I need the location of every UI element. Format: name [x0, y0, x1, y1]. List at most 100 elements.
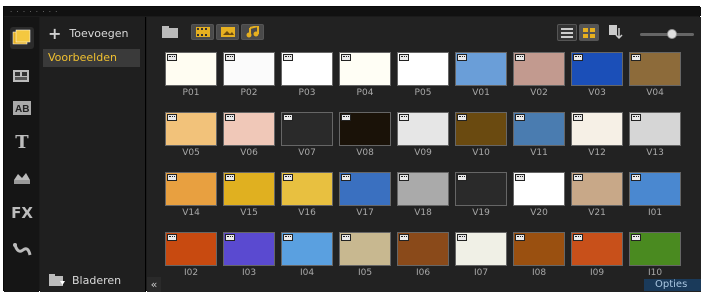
- thumbnail-label: P05: [414, 88, 432, 98]
- graphic-icon[interactable]: [10, 167, 34, 189]
- video-clip-badge-icon: [573, 234, 583, 241]
- media-thumbnail[interactable]: I10: [629, 229, 681, 281]
- thumbnail-image: [165, 232, 217, 266]
- thumbnail-image: [629, 172, 681, 206]
- browse-label: Bladeren: [72, 273, 122, 287]
- video-clip-badge-icon: [457, 114, 467, 121]
- media-thumbnail[interactable]: V17: [339, 169, 391, 221]
- thumbnail-label: V08: [356, 148, 374, 158]
- thumbnail-image: [281, 52, 333, 86]
- title-icon[interactable]: T: [10, 131, 34, 153]
- panel-grip-bar[interactable]: · · · · · · · ·: [4, 7, 701, 16]
- fx-icon[interactable]: FX: [10, 202, 34, 224]
- media-thumbnail[interactable]: I01: [629, 169, 681, 221]
- video-clip-badge-icon: [341, 234, 351, 241]
- thumbnail-label: P04: [356, 88, 374, 98]
- video-clip-badge-icon: [631, 54, 641, 61]
- thumbnail-label: V11: [530, 148, 548, 158]
- media-thumbnail[interactable]: I04: [281, 229, 333, 281]
- folder-item-voorbeelden[interactable]: Voorbeelden: [43, 49, 140, 67]
- media-thumbnail[interactable]: I03: [223, 229, 275, 281]
- media-thumbnail[interactable]: V09: [397, 109, 449, 161]
- thumbnail-label: P03: [298, 88, 316, 98]
- media-thumbnail[interactable]: I06: [397, 229, 449, 281]
- options-button[interactable]: Opties ︽: [644, 279, 701, 292]
- thumbnail-label: I05: [357, 268, 373, 278]
- list-view-button[interactable]: [557, 24, 577, 41]
- thumbnail-image: [397, 52, 449, 86]
- media-thumbnail[interactable]: P01: [165, 49, 217, 101]
- media-thumbnail[interactable]: V18: [397, 169, 449, 221]
- show-video-button[interactable]: [191, 24, 214, 40]
- plus-icon: +: [48, 23, 62, 43]
- thumbnail-label: V06: [240, 148, 258, 158]
- thumbnail-image: [571, 232, 623, 266]
- media-library-icon[interactable]: [10, 27, 34, 49]
- motion-path-icon[interactable]: [10, 239, 34, 261]
- photo-filter-icon: [220, 27, 235, 37]
- video-clip-badge-icon: [631, 234, 641, 241]
- media-thumbnail[interactable]: P04: [339, 49, 391, 101]
- thumbnail-label: I06: [415, 268, 431, 278]
- thumbnail-image: [397, 172, 449, 206]
- media-thumbnail[interactable]: V16: [281, 169, 333, 221]
- media-thumbnail[interactable]: V06: [223, 109, 275, 161]
- thumbnail-label: V18: [414, 208, 432, 218]
- media-thumbnail[interactable]: V03: [571, 49, 623, 101]
- transition-icon[interactable]: AB: [10, 97, 34, 119]
- media-thumbnail[interactable]: V07: [281, 109, 333, 161]
- media-thumbnail[interactable]: V21: [571, 169, 623, 221]
- media-thumbnail[interactable]: V13: [629, 109, 681, 161]
- media-thumbnail[interactable]: V19: [455, 169, 507, 221]
- video-clip-badge-icon: [515, 114, 525, 121]
- media-thumbnail[interactable]: I02: [165, 229, 217, 281]
- media-thumbnail[interactable]: V10: [455, 109, 507, 161]
- thumbnail-image: [165, 52, 217, 86]
- media-thumbnail[interactable]: P03: [281, 49, 333, 101]
- thumbnail-image: [455, 232, 507, 266]
- grip-handle[interactable]: · · · · · · · ·: [10, 9, 58, 16]
- folder-icon[interactable]: [162, 25, 178, 38]
- media-thumbnail[interactable]: V14: [165, 169, 217, 221]
- thumbnail-size-slider[interactable]: [640, 29, 694, 39]
- media-thumbnail[interactable]: V04: [629, 49, 681, 101]
- thumbnail-image: [513, 52, 565, 86]
- show-photo-button[interactable]: [216, 24, 239, 40]
- instant-project-icon[interactable]: [10, 65, 34, 87]
- video-filter-icon: [195, 27, 210, 37]
- thumbnail-view-button[interactable]: [579, 24, 599, 41]
- media-thumbnail[interactable]: I07: [455, 229, 507, 281]
- video-clip-badge-icon: [283, 54, 293, 61]
- media-thumbnail[interactable]: V08: [339, 109, 391, 161]
- media-thumbnail[interactable]: V02: [513, 49, 565, 101]
- add-folder-button[interactable]: + Toevoegen: [48, 23, 128, 43]
- video-clip-badge-icon: [167, 234, 177, 241]
- media-thumbnail[interactable]: I08: [513, 229, 565, 281]
- media-thumbnail[interactable]: V12: [571, 109, 623, 161]
- media-thumbnail[interactable]: V20: [513, 169, 565, 221]
- thumbnail-image: [513, 232, 565, 266]
- media-thumbnail[interactable]: I05: [339, 229, 391, 281]
- video-clip-badge-icon: [283, 114, 293, 121]
- show-audio-button[interactable]: [241, 24, 264, 40]
- video-clip-badge-icon: [573, 174, 583, 181]
- slider-knob[interactable]: [667, 29, 677, 39]
- thumbnail-image: [571, 112, 623, 146]
- media-thumbnail[interactable]: V11: [513, 109, 565, 161]
- thumbnail-label: V05: [182, 148, 200, 158]
- media-thumbnail[interactable]: V15: [223, 169, 275, 221]
- media-thumbnail[interactable]: P02: [223, 49, 275, 101]
- thumbnail-label: V20: [530, 208, 548, 218]
- collapse-library-button[interactable]: «: [147, 277, 161, 292]
- video-clip-badge-icon: [457, 54, 467, 61]
- sort-button[interactable]: [607, 23, 625, 41]
- media-thumbnail[interactable]: P05: [397, 49, 449, 101]
- media-thumbnail[interactable]: V05: [165, 109, 217, 161]
- media-thumbnail[interactable]: I09: [571, 229, 623, 281]
- media-thumbnail-grid: P01 P02 P03 P04 P05 V01 V02 V03 V04 V05 V06 V07 V08 V…: [165, 49, 685, 292]
- thumbnail-image: [165, 112, 217, 146]
- library-toolbar: [147, 17, 701, 47]
- media-thumbnail[interactable]: V01: [455, 49, 507, 101]
- browse-button[interactable]: Bladeren: [48, 271, 121, 289]
- media-filter-group: [191, 24, 264, 40]
